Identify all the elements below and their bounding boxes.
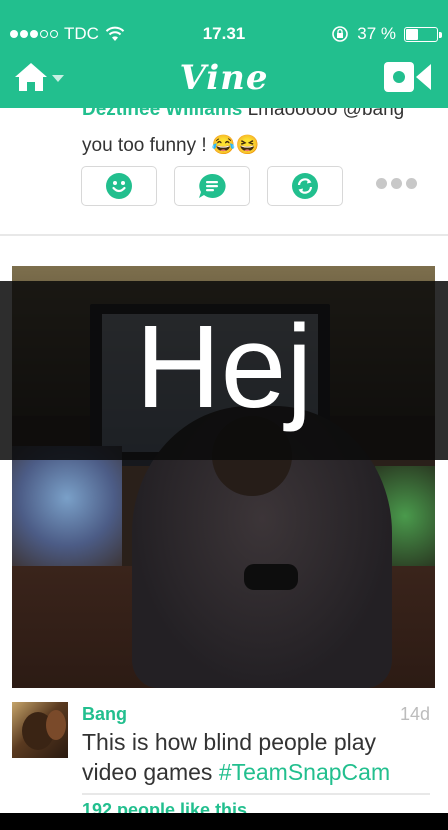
- text-overlay: Hej: [0, 281, 448, 460]
- hashtag-link[interactable]: #TeamSnapCam: [219, 759, 390, 785]
- feed[interactable]: Deztinee Williams Lmaooooo @bang you too…: [0, 108, 448, 813]
- avatar[interactable]: [12, 702, 68, 758]
- comment-icon: [199, 173, 226, 198]
- video-frame-object: [12, 446, 122, 576]
- post-author[interactable]: Bang: [82, 704, 127, 725]
- rotation-lock-icon: [332, 26, 349, 42]
- battery-icon: [404, 26, 442, 42]
- more-dot: [406, 178, 417, 189]
- post-actions: [81, 166, 343, 206]
- vine-logo: Vine: [179, 58, 269, 98]
- video-frame-controller: [244, 564, 298, 590]
- top-bar: TDC 17.31 37 % Vine: [0, 0, 448, 108]
- smile-icon: [106, 173, 132, 199]
- revine-button[interactable]: [267, 166, 343, 206]
- battery-status: 37 %: [331, 24, 442, 44]
- commenter-name[interactable]: Deztinee Williams: [82, 108, 242, 120]
- camera-icon: [384, 62, 431, 92]
- camera-button[interactable]: [384, 62, 432, 92]
- post-age: 14d: [399, 704, 430, 724]
- comment-button[interactable]: [174, 166, 250, 206]
- revine-icon: [292, 173, 318, 199]
- more-dot: [391, 178, 402, 189]
- avatar-face: [46, 710, 66, 740]
- battery-fill: [406, 28, 418, 40]
- overlay-text: Hej: [135, 300, 313, 433]
- likes-divider: [82, 793, 430, 795]
- like-button[interactable]: [81, 166, 157, 206]
- battery-percent: 37 %: [357, 24, 396, 43]
- more-icon[interactable]: [376, 178, 417, 189]
- nav-bar: Vine: [0, 48, 448, 108]
- comment: Deztinee Williams Lmaooooo @bang you too…: [82, 108, 422, 164]
- bottom-bar: [0, 813, 448, 830]
- status-bar: TDC 17.31 37 %: [0, 18, 448, 48]
- likes-count[interactable]: 192 people like this: [82, 800, 247, 813]
- post-divider: [0, 234, 448, 236]
- more-dot: [376, 178, 387, 189]
- post-description: This is how blind people play video game…: [82, 727, 422, 787]
